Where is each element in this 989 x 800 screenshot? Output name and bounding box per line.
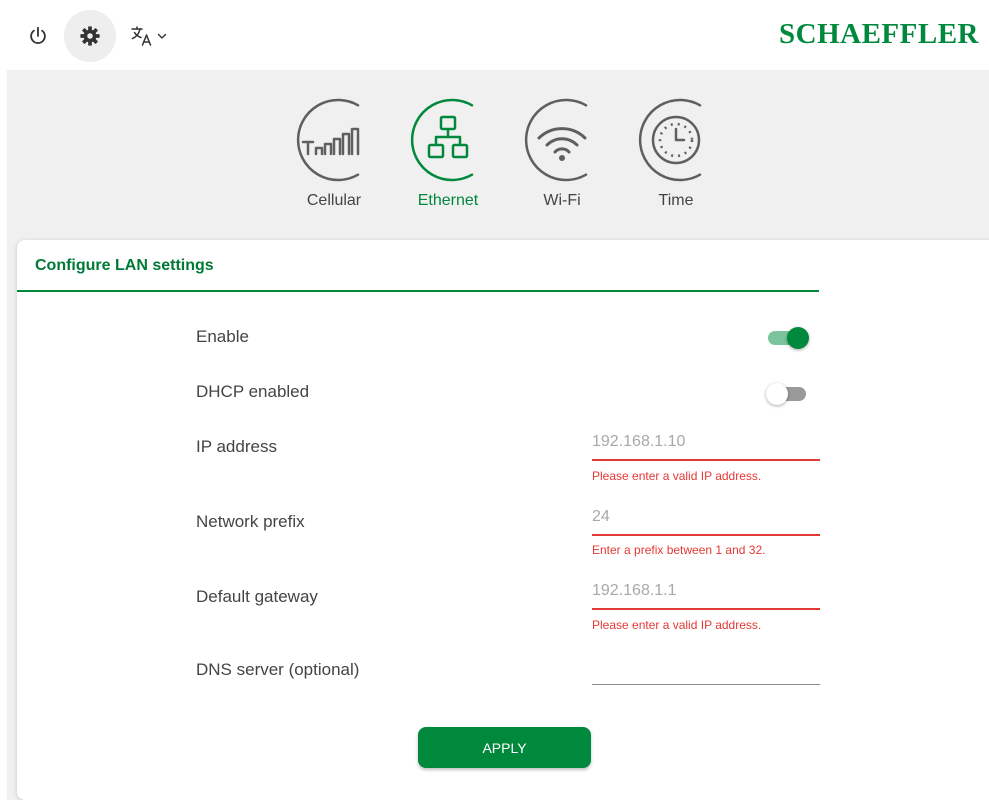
dns-server-field <box>592 649 820 685</box>
tab-ethernet[interactable]: Ethernet <box>400 92 496 210</box>
default-gateway-error: Please enter a valid IP address. <box>592 618 762 632</box>
chevron-down-icon <box>157 33 167 39</box>
top-bar: SCHAEFFLER <box>0 0 989 70</box>
card-title: Configure LAN settings <box>35 257 214 274</box>
settings-tabs: Cellular Ethernet Wi-Fi Time <box>0 92 989 222</box>
toggle-knob <box>787 327 809 349</box>
network-prefix-error: Enter a prefix between 1 and 32. <box>592 543 766 557</box>
translate-icon <box>131 26 152 46</box>
field-underline <box>592 608 820 610</box>
network-prefix-label: Network prefix <box>196 512 305 531</box>
dhcp-toggle[interactable] <box>766 382 810 406</box>
language-button[interactable] <box>124 20 174 52</box>
ip-address-label: IP address <box>196 437 277 456</box>
tab-label: Ethernet <box>417 192 479 209</box>
default-gateway-label: Default gateway <box>196 587 318 606</box>
enable-toggle[interactable] <box>766 326 810 350</box>
dns-server-input[interactable] <box>592 649 820 683</box>
settings-button[interactable] <box>64 10 116 62</box>
lan-settings-card <box>17 240 989 800</box>
enable-label: Enable <box>196 327 249 346</box>
dns-server-label: DNS server (optional) <box>196 660 360 679</box>
clock-icon <box>638 98 702 182</box>
tab-label: Cellular <box>306 192 362 209</box>
power-button[interactable] <box>22 20 54 52</box>
ip-address-input[interactable] <box>592 425 820 459</box>
dhcp-label: DHCP enabled <box>196 382 310 401</box>
ip-address-error: Please enter a valid IP address. <box>592 469 762 483</box>
wifi-icon <box>524 98 588 182</box>
ip-address-field <box>592 425 820 461</box>
default-gateway-input[interactable] <box>592 574 820 608</box>
tab-label: Wi-Fi <box>543 192 581 209</box>
field-underline <box>592 534 820 536</box>
network-prefix-input[interactable] <box>592 500 820 534</box>
ethernet-network-icon <box>410 98 474 182</box>
title-divider <box>17 290 819 292</box>
apply-button[interactable]: APPLY <box>418 727 591 768</box>
tab-wifi[interactable]: Wi-Fi <box>514 92 610 210</box>
toggle-knob <box>766 383 788 405</box>
tab-time[interactable]: Time <box>628 92 724 210</box>
field-underline <box>592 684 820 685</box>
tab-cellular[interactable]: Cellular <box>286 92 382 210</box>
network-prefix-field <box>592 500 820 536</box>
field-underline <box>592 459 820 461</box>
schaeffler-logo: SCHAEFFLER <box>779 18 979 50</box>
default-gateway-field <box>592 574 820 610</box>
power-icon <box>30 26 46 44</box>
cellular-signal-icon <box>296 98 360 182</box>
tab-label: Time <box>658 192 694 209</box>
gear-icon <box>80 26 100 46</box>
